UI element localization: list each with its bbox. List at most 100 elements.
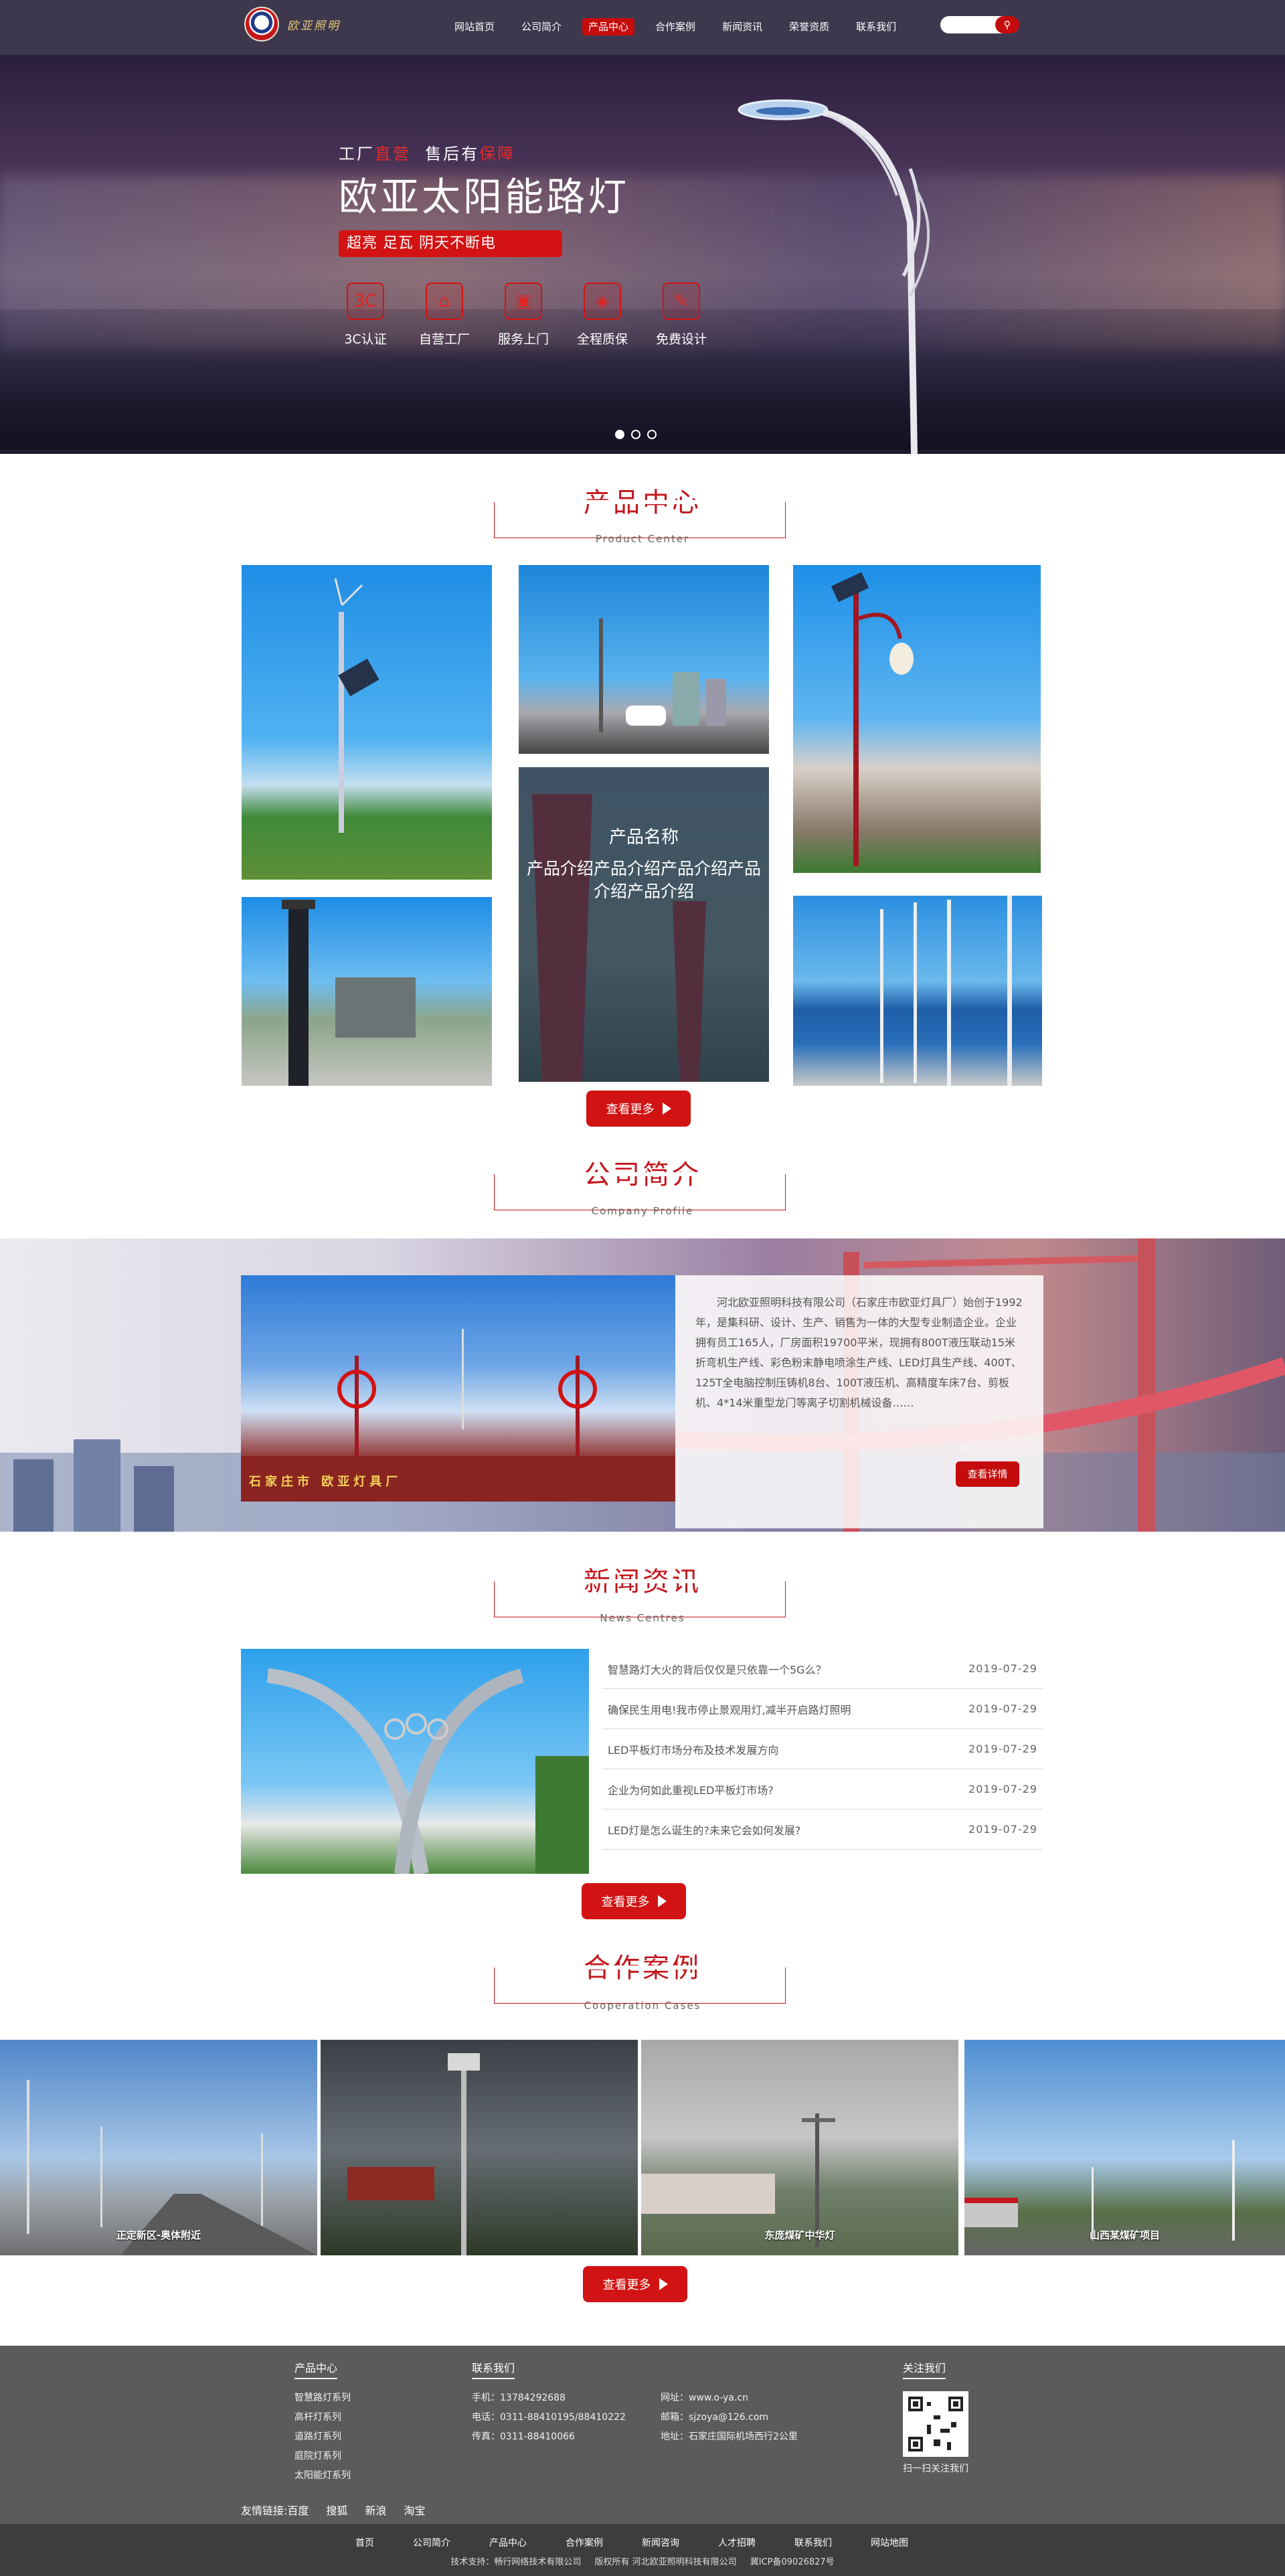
case-caption: 山西某煤矿项目 (1089, 2229, 1160, 2241)
section-subheading: Cooperation Cases (584, 2000, 701, 2012)
news-title[interactable]: 企业为何如此重视LED平板灯市场? (608, 1781, 774, 1797)
logo[interactable]: 欧亚照明 (244, 7, 341, 42)
play-arrow-icon (657, 1895, 667, 1907)
slider-dots (615, 430, 657, 439)
bottom-nav-item[interactable]: 合作案例 (566, 2536, 603, 2549)
news-date: 2019-07-29 (968, 1783, 1037, 1795)
gate-sign-text: 石家庄市 欧亚灯具厂 (249, 1475, 402, 1489)
banner-slogan: 超亮 足瓦 阴天不断电 (339, 230, 562, 257)
footer: 产品中心 智慧路灯系列 高杆灯系列 道路灯系列 庭院灯系列 太阳能灯系列 联系我… (0, 2346, 1285, 2524)
news-title[interactable]: 确保民生用电!我市停止景观用灯,减半开启路灯照明 (608, 1701, 851, 1717)
bottom-nav-item[interactable]: 公司简介 (413, 2536, 450, 2549)
case-caption: 东庞煤矿中华灯 (764, 2229, 835, 2241)
footer-link[interactable]: 太阳能灯系列 (294, 2466, 351, 2486)
friend-links: 友情链接:百度 搜狐 新浪 淘宝 (241, 2502, 442, 2518)
footer-link[interactable]: 高杆灯系列 (294, 2408, 351, 2427)
about-text-panel: 河北欧亚照明科技有限公司（石家庄市欧亚灯具厂）始创于1992年，是集科研、设计、… (675, 1275, 1043, 1528)
nav-item-products[interactable]: 产品中心 (582, 18, 635, 35)
nav-item-cases[interactable]: 合作案例 (649, 18, 701, 35)
product-image-featured[interactable]: 产品名称 产品介绍产品介绍产品介绍产品介绍产品介绍 (519, 767, 769, 1082)
cases-more-button[interactable]: 查看更多 (583, 2266, 687, 2302)
footer-contact-2: 网址：www.o-ya.cn 邮箱：sjzoya@126.com 地址：石家庄国… (661, 2389, 798, 2447)
search-button[interactable]: ⚲ (995, 16, 1019, 33)
title-frame-gap (528, 1579, 753, 1583)
about-detail-button[interactable]: 查看详情 (956, 1461, 1019, 1487)
footer-heading: 关注我们 (903, 2359, 946, 2379)
case-card[interactable]: 东庞煤矿中华灯 (641, 2040, 958, 2255)
products-more-button[interactable]: 查看更多 (586, 1091, 691, 1127)
friend-label: 友情链接: (241, 2504, 288, 2517)
footer-link[interactable]: 道路灯系列 (294, 2427, 351, 2447)
play-arrow-icon (662, 1103, 671, 1115)
nav-item-news[interactable]: 新闻资讯 (716, 18, 768, 35)
footer-link[interactable]: 智慧路灯系列 (294, 2389, 351, 2408)
section-subheading: Product Center (595, 533, 690, 545)
contact-address: 地址：石家庄国际机场西行2公里 (661, 2431, 798, 2442)
product-image[interactable] (242, 897, 492, 1086)
slider-dot[interactable] (615, 430, 624, 439)
product-image[interactable] (519, 565, 769, 754)
news-title[interactable]: 智慧路灯大火的背后仅仅是只依靠一个5G么？ (608, 1661, 827, 1677)
news-item[interactable]: 确保民生用电!我市停止景观用灯,减半开启路灯照明 2019-07-29 (602, 1689, 1043, 1729)
bottom-nav-item[interactable]: 首页 (355, 2536, 374, 2549)
product-name: 产品名称 (608, 827, 679, 848)
bottom-nav-item[interactable]: 新闻咨询 (642, 2536, 679, 2549)
slider-dot[interactable] (647, 430, 657, 439)
case-card[interactable]: 山西某煤矿项目 (964, 2040, 1285, 2255)
contact-website[interactable]: 网址：www.o-ya.cn (661, 2389, 798, 2408)
news-image[interactable] (241, 1649, 589, 1874)
product-image[interactable] (242, 565, 492, 880)
news-item[interactable]: 智慧路灯大火的背后仅仅是只依靠一个5G么？ 2019-07-29 (602, 1649, 1043, 1689)
about-description: 河北欧亚照明科技有限公司（石家庄市欧亚灯具厂）始创于1992年，是集科研、设计、… (695, 1296, 1023, 1409)
bottom-nav-item[interactable]: 人才招聘 (718, 2536, 756, 2549)
news-item[interactable]: LED平板灯市场分布及技术发展方向 2019-07-29 (602, 1729, 1043, 1769)
icp-number[interactable]: 冀ICP备09026827号 (750, 2557, 835, 2567)
news-title[interactable]: LED灯是怎么诞生的?未来它会如何发展? (608, 1822, 800, 1838)
title-frame-gap (528, 500, 753, 504)
about-section-title: 公司简介 Company Profile (0, 1153, 1285, 1220)
bottom-nav: 首页 公司简介 产品中心 合作案例 新闻咨询 人才招聘 联系我们 网站地图 (355, 2536, 947, 2549)
nav-item-contact[interactable]: 联系我们 (850, 18, 902, 35)
friend-link[interactable]: 百度 (287, 2504, 309, 2517)
case-card[interactable] (321, 2040, 638, 2255)
feature-item: ◈ 全程质保 (576, 283, 629, 347)
news-date: 2019-07-29 (968, 1702, 1037, 1715)
friend-link[interactable]: 搜狐 (326, 2504, 347, 2517)
search-input[interactable] (947, 16, 1001, 33)
banner-tagline: 工厂直营 售后有保障 (339, 145, 516, 163)
footer-link[interactable]: 庭院灯系列 (294, 2447, 351, 2466)
contact-tel: 电话：0311-88410195/88410222 (472, 2412, 626, 2423)
product-image[interactable] (793, 896, 1042, 1086)
cases-section-title: 合作案例 Cooperation Cases (0, 1946, 1285, 2013)
news-title[interactable]: LED平板灯市场分布及技术发展方向 (608, 1741, 778, 1757)
case-card[interactable]: 正定新区-奥体附近 (0, 2040, 317, 2255)
feature-label: 免费设计 (655, 332, 707, 347)
bottom-nav-item[interactable]: 联系我们 (794, 2536, 832, 2549)
bottom-nav-item[interactable]: 网站地图 (871, 2536, 908, 2549)
nav-item-honors[interactable]: 荣誉资质 (783, 18, 835, 35)
slider-dot[interactable] (631, 430, 640, 439)
factory-icon: ⌂ (426, 283, 463, 320)
nav-item-about[interactable]: 公司简介 (515, 18, 568, 35)
street-lamp-image (738, 99, 930, 454)
friend-link[interactable]: 淘宝 (404, 2504, 425, 2517)
product-image[interactable] (793, 565, 1041, 873)
feature-list: 3C 3C认证 ⌂ 自营工厂 ▣ 服务上门 ◈ 全程质保 ✎ 免费设计 (339, 283, 708, 347)
footer-heading: 联系我们 (472, 2359, 515, 2379)
feature-label: 全程质保 (576, 332, 628, 347)
bottom-nav-item[interactable]: 产品中心 (489, 2536, 527, 2549)
nav-item-home[interactable]: 网站首页 (448, 18, 501, 35)
news-item[interactable]: LED灯是怎么诞生的?未来它会如何发展? 2019-07-29 (602, 1809, 1043, 1850)
friend-link[interactable]: 新浪 (365, 2504, 386, 2517)
contact-fax: 传真：0311-88410066 (472, 2431, 575, 2442)
search-icon: ⚲ (1003, 19, 1011, 31)
news-item[interactable]: 企业为何如此重视LED平板灯市场? 2019-07-29 (602, 1769, 1043, 1809)
pen-icon: ✎ (663, 283, 700, 320)
hero-banner: 工厂直营 售后有保障 欧亚太阳能路灯 超亮 足瓦 阴天不断电 3C 3C认证 ⌂ 自… (0, 55, 1285, 454)
product-overlay: 产品名称 产品介绍产品介绍产品介绍产品介绍产品介绍 (519, 767, 769, 1082)
contact-email[interactable]: 邮箱：sjzoya@126.com (661, 2408, 798, 2427)
news-more-button[interactable]: 查看更多 (582, 1883, 686, 1919)
feature-label: 3C认证 (344, 332, 387, 347)
news-section-title: 新闻资讯 News Centres (0, 1560, 1285, 1627)
logo-text: 欧亚照明 (287, 19, 341, 33)
